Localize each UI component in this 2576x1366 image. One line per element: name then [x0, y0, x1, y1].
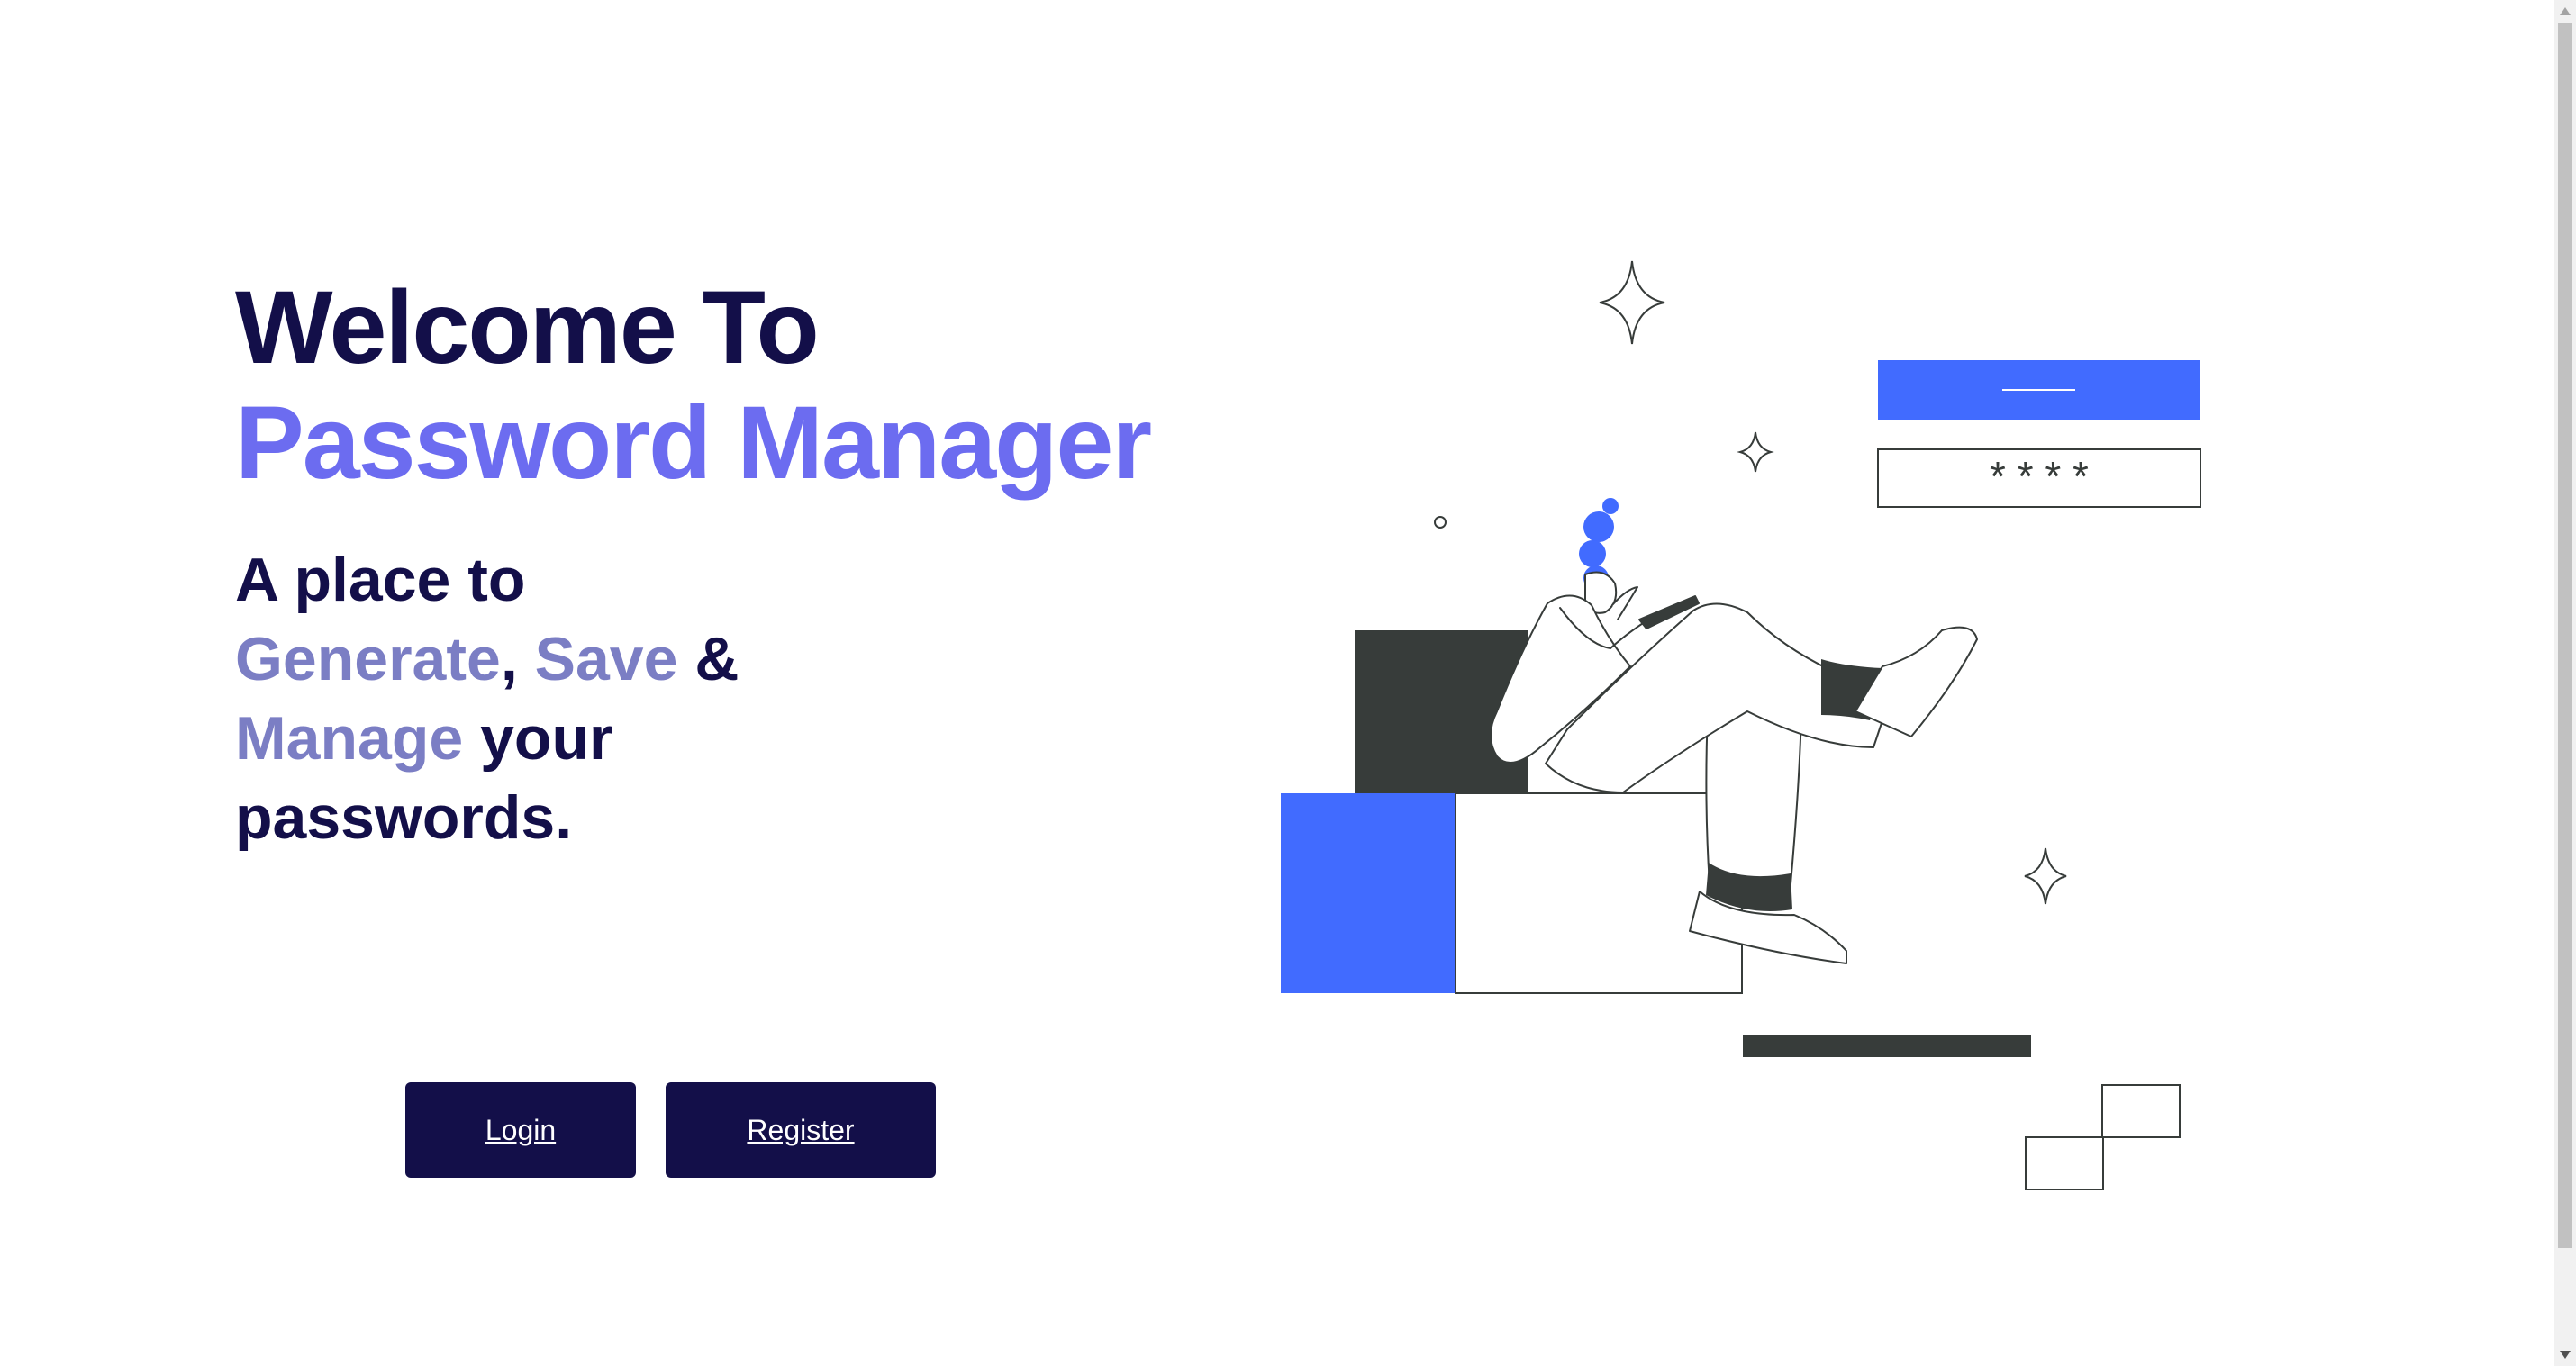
sparkle-icon	[2024, 847, 2067, 905]
tagline-generate: Generate	[235, 625, 501, 693]
dot-icon	[1434, 516, 1447, 529]
stair-box	[2101, 1084, 2181, 1138]
title-line-2: Password Manager	[235, 385, 1152, 501]
stair-box	[2025, 1136, 2104, 1190]
scroll-up-icon[interactable]	[2560, 7, 2571, 15]
dark-bar	[1743, 1035, 2031, 1057]
landing-page: Welcome To Password Manager A place to G…	[0, 0, 2576, 1366]
tagline-ampersand: &	[694, 625, 739, 693]
tagline-line-1: A place to	[235, 546, 526, 614]
scroll-down-icon[interactable]	[2560, 1351, 2571, 1359]
vertical-scrollbar[interactable]	[2554, 0, 2576, 1366]
sparkle-icon	[1599, 260, 1665, 345]
tagline-your: your	[480, 704, 613, 773]
tagline-comma: ,	[500, 625, 518, 693]
tagline-line-4: passwords.	[235, 783, 573, 852]
register-button[interactable]: Register	[666, 1082, 936, 1178]
sparkle-icon	[1737, 431, 1774, 473]
masked-password: * * * *	[1990, 453, 2089, 500]
page-title: Welcome To Password Manager	[235, 270, 1152, 501]
tagline-save: Save	[534, 625, 678, 693]
hero-illustration: * * * *	[1281, 260, 2201, 1190]
login-button[interactable]: Login	[405, 1082, 636, 1178]
tagline-manage: Manage	[235, 704, 464, 773]
tagline: A place to Generate, Save & Manage your …	[235, 540, 739, 857]
blue-block	[1281, 793, 1456, 993]
scroll-thumb[interactable]	[2558, 23, 2572, 1248]
title-line-1: Welcome To	[235, 270, 820, 385]
